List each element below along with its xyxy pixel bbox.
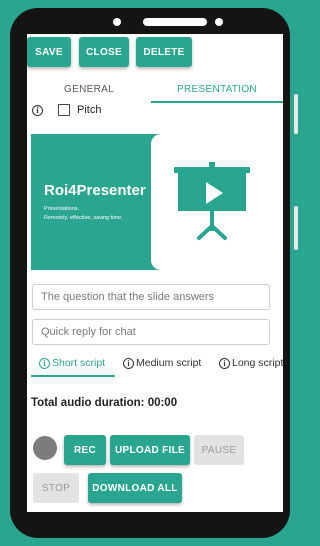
rec-button[interactable]: REC <box>64 435 106 465</box>
slide-subtitle-1: Presentations. <box>44 206 80 212</box>
slide-preview[interactable]: Roi4Presenter Presentations. Remotely, e… <box>31 134 271 270</box>
tab-long-script[interactable]: i Long script <box>219 353 283 373</box>
info-icon: i <box>123 357 134 369</box>
slide-title: Roi4Presenter <box>44 182 146 199</box>
audio-duration: Total audio duration: 00:00 <box>31 397 178 409</box>
save-button[interactable]: SAVE <box>27 37 71 67</box>
pitch-row: i Pitch <box>32 102 101 118</box>
app-screen: SAVE CLOSE DELETE GENERAL PRESENTATION i… <box>27 34 283 512</box>
tab-short-script-label: Short script <box>52 357 106 369</box>
pause-button[interactable]: PAUSE <box>194 435 244 465</box>
tab-general[interactable]: GENERAL <box>27 77 151 101</box>
tab-presentation[interactable]: PRESENTATION <box>151 77 283 101</box>
slide-left-panel: Roi4Presenter Presentations. Remotely, e… <box>31 134 153 270</box>
tab-indicator <box>151 101 283 103</box>
info-icon: i <box>39 357 50 369</box>
slide-right-panel <box>151 134 271 270</box>
tab-medium-script-label: Medium script <box>136 357 202 369</box>
close-button[interactable]: CLOSE <box>79 37 129 67</box>
info-icon: i <box>219 357 230 369</box>
volume-button <box>294 94 298 134</box>
delete-button[interactable]: DELETE <box>136 37 192 67</box>
tab-short-script[interactable]: i Short script <box>39 353 105 373</box>
speaker-bar <box>143 18 207 26</box>
info-icon[interactable]: i <box>32 104 43 116</box>
upload-file-button[interactable]: UPLOAD FILE <box>110 435 190 465</box>
pitch-label: Pitch <box>77 104 102 116</box>
record-dot-icon <box>33 436 57 460</box>
speaker-dot <box>113 18 121 26</box>
tab-medium-script[interactable]: i Medium script <box>123 353 201 373</box>
tab-long-script-label: Long script <box>232 357 283 369</box>
script-tab-indicator <box>31 375 115 377</box>
stop-button[interactable]: STOP <box>33 473 79 503</box>
slide-subtitle-2: Remotely, effective, saving time. <box>44 215 123 221</box>
quick-reply-input[interactable]: Quick reply for chat <box>32 319 270 345</box>
camera-dot <box>215 18 223 26</box>
question-input[interactable]: The question that the slide answers <box>32 284 270 310</box>
pitch-checkbox[interactable] <box>58 104 70 116</box>
projector-screen-play-icon <box>174 162 250 240</box>
download-all-button[interactable]: DOWNLOAD ALL <box>88 473 182 503</box>
power-button <box>294 206 298 250</box>
